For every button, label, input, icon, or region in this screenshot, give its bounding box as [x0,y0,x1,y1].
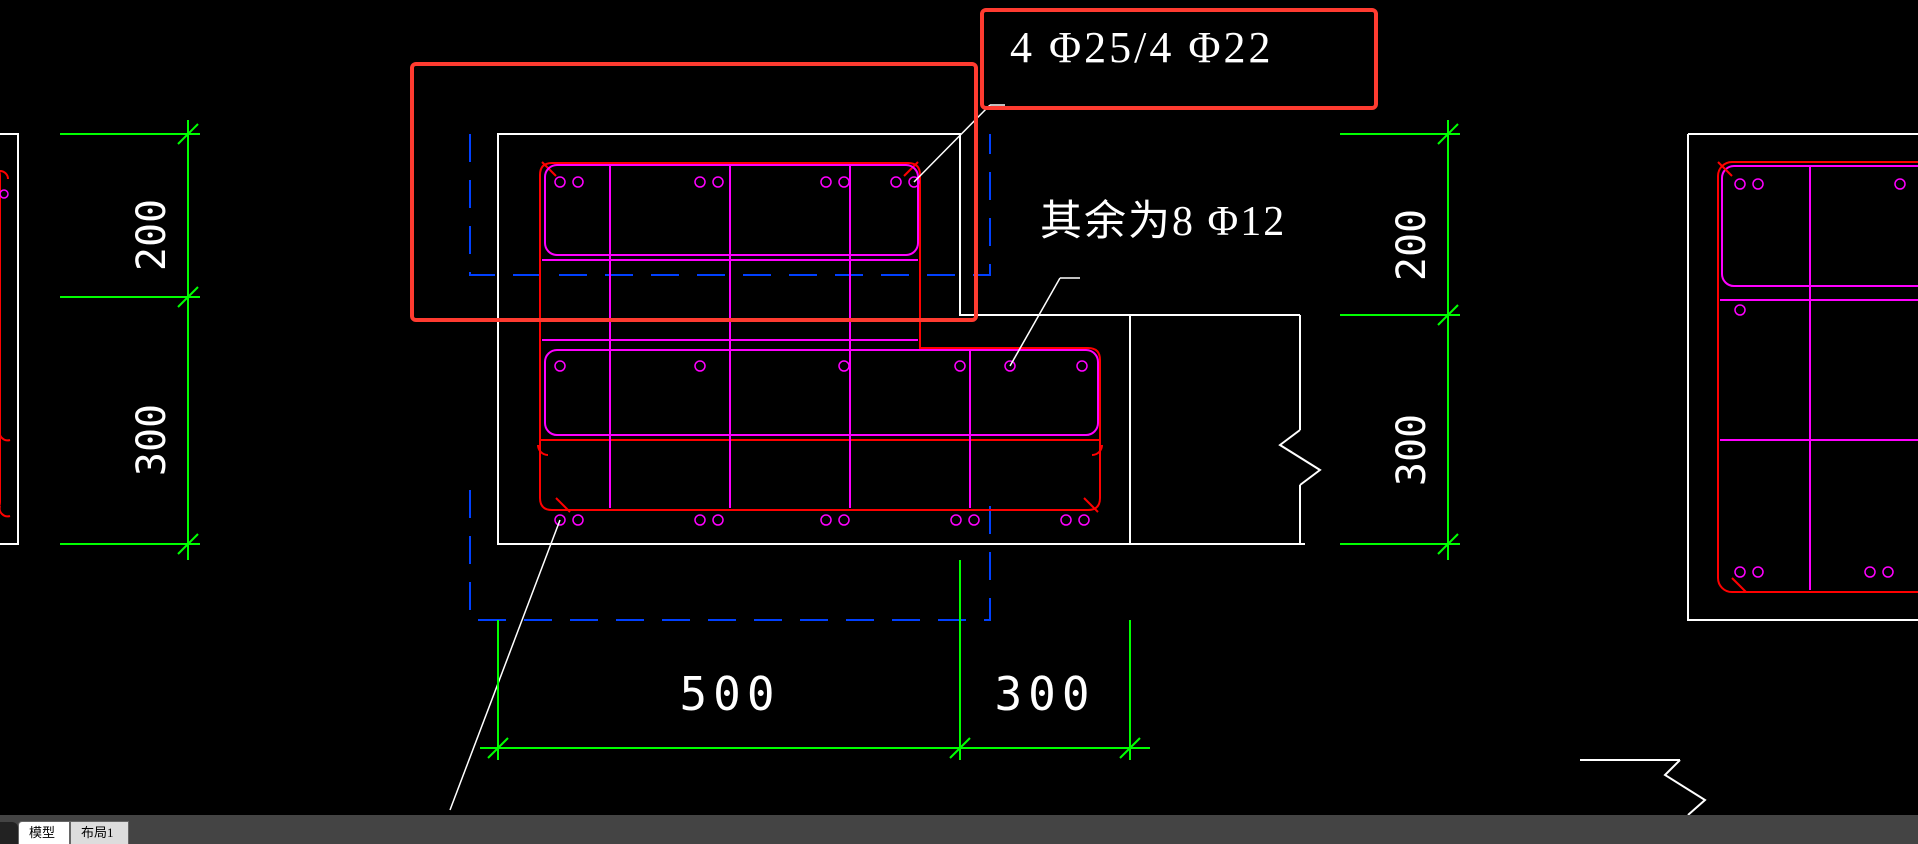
mid-dimension-chain [1340,120,1460,560]
layout-tab-bar: 模型 布局1 [0,815,1918,844]
leader-rest-rebar [1010,278,1080,366]
dim-left-200: 200 [129,199,175,271]
break-symbol-upper [1130,315,1320,544]
left-dimension-chain [60,120,200,560]
dim-mid-200: 200 [1389,209,1435,281]
bottom-dimension-chain [480,560,1150,760]
tab-model[interactable]: 模型 [18,821,70,844]
tab-layout1[interactable]: 布局1 [70,821,129,844]
tab-lead [0,822,18,844]
leader-bottom-left [450,520,560,810]
dim-bottom-500: 500 [679,667,780,721]
annotation-top-rebar: 4 Φ25/4 Φ22 [1010,23,1274,72]
annotation-rest-rebar: 其余为8 Φ12 [1040,198,1286,245]
left-partial-section [0,134,18,544]
dim-left-300: 300 [129,404,175,476]
dim-mid-300: 300 [1389,414,1435,486]
dim-bottom-300: 300 [994,667,1095,721]
right-partial-section [1580,134,1918,815]
drawing-canvas[interactable]: 200 300 [0,0,1918,815]
